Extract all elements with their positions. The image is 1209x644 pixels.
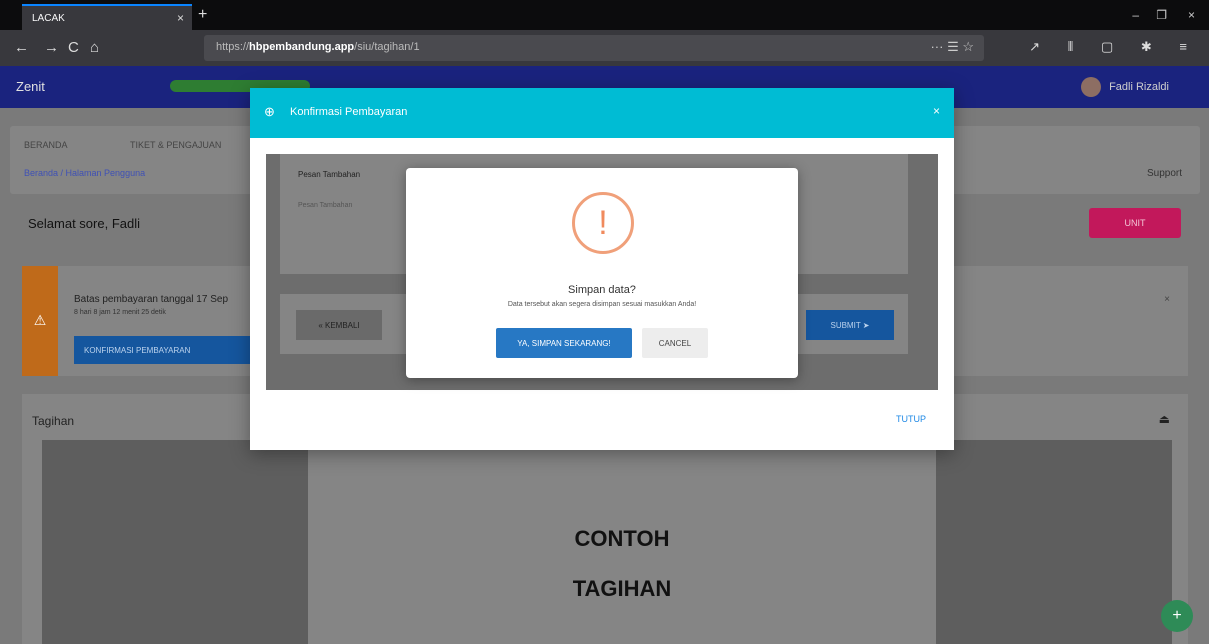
minimize-icon[interactable]: – <box>1132 8 1139 22</box>
close-modal-button[interactable]: TUTUP <box>896 414 926 424</box>
close-tab-icon[interactable]: × <box>177 11 184 25</box>
upload-icon[interactable]: ⏏ <box>1159 412 1170 426</box>
app-brand[interactable]: Zenit <box>16 79 45 94</box>
support-link[interactable]: Support <box>1147 168 1182 179</box>
document-viewer[interactable]: CONTOH TAGIHAN <box>42 440 1172 644</box>
alert-countdown: 8 hari 8 jam 12 menit 25 detik <box>74 309 166 316</box>
url-prefix: https:// <box>216 41 250 53</box>
confirm-save-dialog: ! Simpan data? Data tersebut akan segera… <box>406 168 798 378</box>
modal-title: Konfirmasi Pembayaran <box>290 106 408 118</box>
send-icon: ➤ <box>862 321 870 330</box>
close-window-icon[interactable]: × <box>1188 8 1195 22</box>
reload-icon[interactable]: C <box>68 39 79 56</box>
toolbar-icons[interactable]: ↗ ⦀ ▢ ✱ ≡ <box>1029 39 1199 55</box>
add-fab-button[interactable]: + <box>1161 600 1193 632</box>
browser-tab[interactable]: LACAK × <box>22 4 192 30</box>
menu-item-beranda[interactable]: BERANDA <box>24 140 68 150</box>
dialog-text: Data tersebut akan segera disimpan sesua… <box>507 301 697 308</box>
browser-navbar: ← → C ⌂ https://hbpembandung.app/siu/tag… <box>0 30 1209 66</box>
back-button[interactable]: « KEMBALI <box>296 310 382 340</box>
app-page: Zenit Fadli Rizaldi BERANDA TIKET & PENG… <box>0 66 1209 644</box>
page-actions-icons[interactable]: ··· ☰ ☆ <box>930 39 974 55</box>
url-path: /siu/tagihan/1 <box>354 41 420 53</box>
close-icon[interactable]: × <box>933 104 940 118</box>
user-name: Fadli Rizaldi <box>1109 80 1169 93</box>
warning-icon: ⚠ <box>22 266 58 376</box>
breadcrumb[interactable]: Beranda / Halaman Pengguna <box>24 168 145 178</box>
confirm-payment-button[interactable]: KONFIRMASI PEMBAYARAN <box>74 336 252 364</box>
submit-label: SUBMIT <box>830 321 861 330</box>
alert-title: Batas pembayaran tanggal 17 Sep <box>74 294 228 305</box>
url-host: hbpembandung.app <box>249 41 355 53</box>
forward-icon[interactable]: → <box>44 39 59 56</box>
tab-title: LACAK <box>32 13 65 24</box>
tagihan-title: Tagihan <box>32 414 75 428</box>
greeting-text: Selamat sore, Fadli <box>28 216 140 231</box>
close-icon[interactable]: × <box>1164 294 1170 305</box>
avatar <box>1081 77 1102 97</box>
payment-icon: ⊕ <box>264 104 275 119</box>
browser-tabbar: LACAK × + – ❐ × <box>0 0 1209 30</box>
invoice-preview: CONTOH TAGIHAN <box>308 448 936 644</box>
dialog-title: Simpan data? <box>568 284 636 296</box>
new-tab-icon[interactable]: + <box>198 6 207 24</box>
user-menu[interactable]: Fadli Rizaldi <box>1081 77 1169 97</box>
menu-item-tiket[interactable]: TIKET & PENGAJUAN <box>130 140 221 150</box>
cancel-button[interactable]: CANCEL <box>642 328 708 358</box>
maximize-icon[interactable]: ❐ <box>1156 8 1167 22</box>
paper-line-1: CONTOH <box>574 526 670 551</box>
back-icon[interactable]: ← <box>14 39 29 56</box>
url-bar[interactable]: https://hbpembandung.app/siu/tagihan/1 ·… <box>204 35 984 61</box>
textarea-label: Pesan Tambahan <box>298 170 361 179</box>
unit-button[interactable]: UNIT <box>1089 208 1181 238</box>
confirm-save-button[interactable]: YA, SIMPAN SEKARANG! <box>496 328 632 358</box>
home-icon[interactable]: ⌂ <box>90 39 99 56</box>
textarea-placeholder: Pesan Tambahan <box>298 202 353 209</box>
modal-header: ⊕ Konfirmasi Pembayaran × <box>250 88 954 138</box>
submit-button[interactable]: SUBMIT ➤ <box>806 310 894 340</box>
paper-line-2: TAGIHAN <box>572 576 672 601</box>
warning-icon: ! <box>572 192 634 254</box>
